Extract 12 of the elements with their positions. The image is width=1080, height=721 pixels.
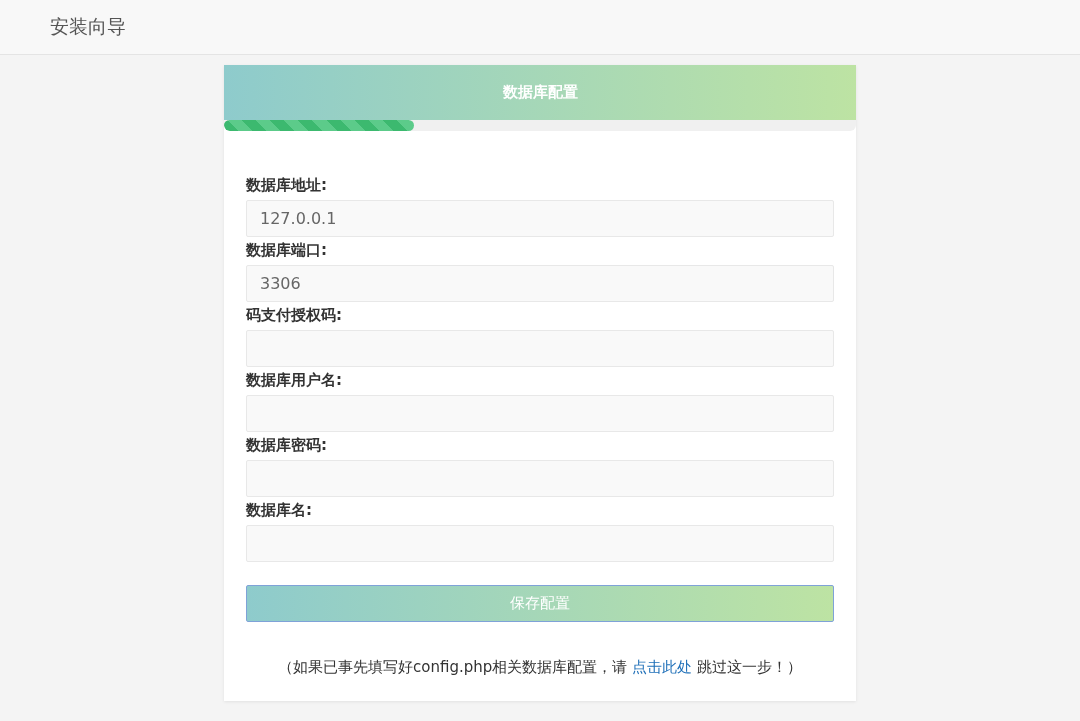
field-label: 数据库地址: (246, 175, 328, 195)
field-label: 数据库用户名: (246, 370, 343, 390)
field-label: 数据库端口: (246, 240, 328, 260)
input-field[interactable]: 3306 (246, 265, 834, 302)
skip-note: （如果已事先填写好config.php相关数据库配置，请 点击此处 跳过这一步！） (277, 658, 803, 677)
field-label: 数据库名: (246, 500, 313, 520)
input-field[interactable]: 127.0.0.1 (246, 200, 834, 237)
skip-link[interactable]: 点击此处 (632, 658, 693, 676)
page-title: 安装向导 (50, 14, 126, 39)
field-label: 码支付授权码: (246, 305, 343, 325)
field-label: 数据库密码: (246, 435, 328, 455)
card-title: 数据库配置 (502, 83, 578, 102)
